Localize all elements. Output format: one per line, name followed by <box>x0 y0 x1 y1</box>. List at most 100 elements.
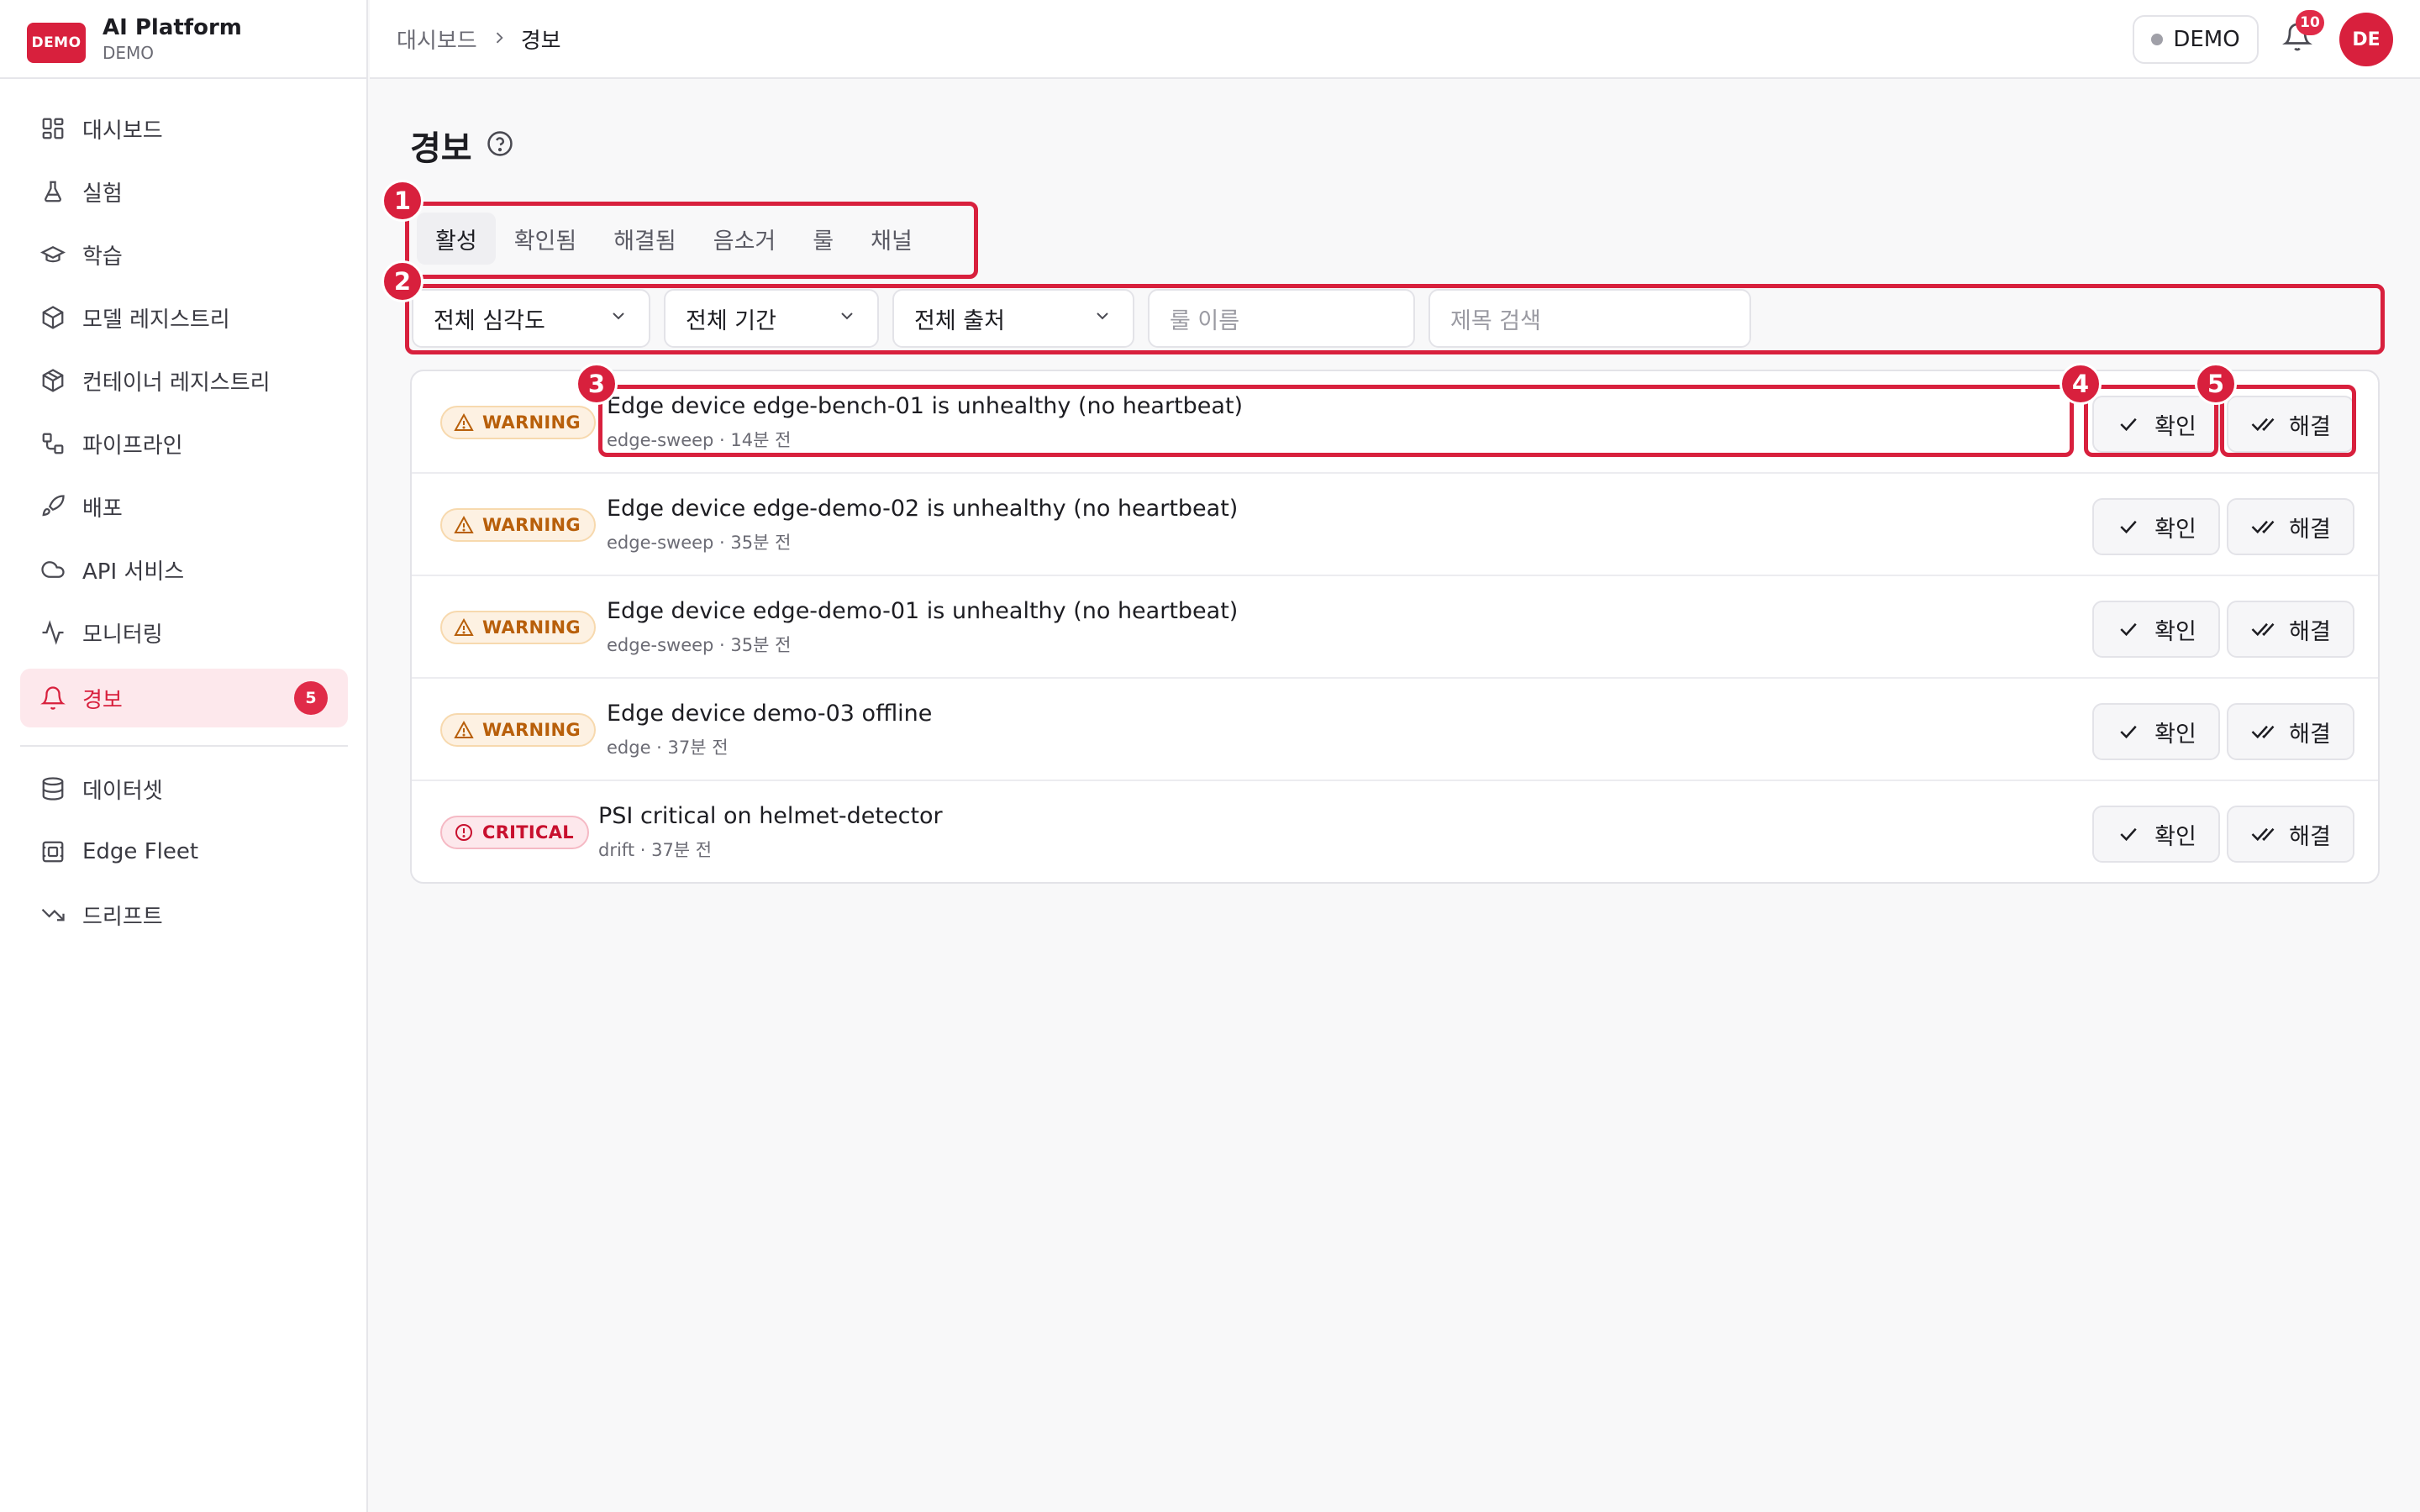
sidebar-item-experiments[interactable]: 실험 <box>20 162 348 221</box>
sidebar-item-label: 모니터링 <box>82 622 163 648</box>
acknowledge-button[interactable]: 확인 <box>2092 601 2220 658</box>
brand-logo[interactable]: DEMO <box>27 23 86 63</box>
help-circle-icon[interactable] <box>486 129 514 158</box>
rocket-icon <box>39 492 67 521</box>
sidebar-item-monitoring[interactable]: 모니터링 <box>20 603 348 662</box>
check-icon <box>2116 822 2141 847</box>
sidebar-item-label: 대시보드 <box>82 118 163 144</box>
check-icon <box>2116 719 2141 744</box>
environment-label: DEMO <box>2173 27 2240 52</box>
resolve-button[interactable]: 해결 <box>2227 806 2354 863</box>
alert-meta: edge-sweep · 35분 전 <box>607 635 792 655</box>
alert-meta: edge · 37분 전 <box>607 738 729 758</box>
sidebar-item-label: 모델 레지스트리 <box>82 307 230 333</box>
annotation-marker: 4 <box>2060 363 2102 405</box>
resolve-label: 해결 <box>2289 721 2331 748</box>
brand-header: DEMO AI Platform DEMO <box>0 0 368 79</box>
bell-icon <box>39 684 67 712</box>
severity-label: WARNING <box>482 515 581 535</box>
user-avatar[interactable]: DE <box>2339 13 2393 66</box>
sidebar-item-edge-fleet[interactable]: Edge Fleet <box>20 822 348 881</box>
sidebar-item-deployments[interactable]: 배포 <box>20 477 348 536</box>
check-icon <box>2116 617 2141 642</box>
severity-badge: WARNING <box>440 406 596 439</box>
sidebar-item-pipelines[interactable]: 파이프라인 <box>20 414 348 473</box>
dashboard-icon <box>39 114 67 143</box>
sidebar-item-training[interactable]: 학습 <box>20 225 348 284</box>
alert-meta: drift · 37분 전 <box>598 840 713 860</box>
check-icon <box>2116 514 2141 539</box>
annotation-marker: 5 <box>2195 363 2237 405</box>
alert-title[interactable]: PSI critical on helmet-detector <box>598 803 943 829</box>
acknowledge-button[interactable]: 확인 <box>2092 498 2220 555</box>
alert-title[interactable]: Edge device edge-demo-01 is unhealthy (n… <box>607 598 1238 624</box>
boxes-icon <box>39 366 67 395</box>
sidebar-item-label: 컨테이너 레지스트리 <box>82 370 271 396</box>
box-icon <box>39 303 67 332</box>
sidebar-item-label: 드리프트 <box>82 904 163 930</box>
sidebar-item-label: 파이프라인 <box>82 433 183 459</box>
sidebar-item-drift[interactable]: 드리프트 <box>20 885 348 944</box>
sidebar-item-model-registry[interactable]: 모델 레지스트리 <box>20 288 348 347</box>
alert-row[interactable]: WARNING Edge device edge-demo-02 is unhe… <box>412 474 2378 576</box>
sidebar-item-alerts[interactable]: 경보 5 <box>20 669 348 727</box>
alert-circle-icon <box>454 822 474 843</box>
resolve-label: 해결 <box>2289 618 2331 645</box>
alert-row[interactable]: WARNING Edge device demo-03 offline edge… <box>412 679 2378 781</box>
sidebar-item-label: 데이터셋 <box>82 778 163 804</box>
annotation-marker: 2 <box>381 260 424 302</box>
severity-label: WARNING <box>482 720 581 740</box>
alert-row[interactable]: WARNING Edge device edge-demo-01 is unhe… <box>412 576 2378 679</box>
alert-meta: edge-sweep · 35분 전 <box>607 533 792 553</box>
double-check-icon <box>2250 617 2275 642</box>
sidebar-item-dashboard[interactable]: 대시보드 <box>20 99 348 158</box>
brand-name: AI Platform <box>103 15 242 40</box>
sidebar-item-api-services[interactable]: API 서비스 <box>20 540 348 599</box>
acknowledge-label: 확인 <box>2154 721 2196 748</box>
breadcrumb: 대시보드 경보 <box>397 24 561 55</box>
annotation-marker: 3 <box>576 363 618 405</box>
resolve-label: 해결 <box>2289 516 2331 543</box>
sidebar-item-datasets[interactable]: 데이터셋 <box>20 759 348 818</box>
annotation-highlight-filters <box>405 284 2385 354</box>
severity-badge: WARNING <box>440 508 596 542</box>
alert-title[interactable]: Edge device edge-demo-02 is unhealthy (n… <box>607 496 1238 522</box>
warning-triangle-icon <box>454 515 474 535</box>
severity-label: WARNING <box>482 412 581 433</box>
sidebar-item-label: API 서비스 <box>82 559 185 585</box>
acknowledge-label: 확인 <box>2154 618 2196 645</box>
acknowledge-label: 확인 <box>2154 516 2196 543</box>
environment-selector[interactable]: DEMO <box>2133 15 2259 64</box>
sidebar-item-label: 실험 <box>82 181 123 207</box>
annotation-highlight-tabs <box>405 202 978 279</box>
alerts-count-badge: 5 <box>294 681 328 715</box>
chevron-right-icon <box>491 27 508 52</box>
alert-title[interactable]: Edge device demo-03 offline <box>607 701 932 727</box>
breadcrumb-parent[interactable]: 대시보드 <box>397 24 477 55</box>
severity-label: WARNING <box>482 617 581 638</box>
acknowledge-button[interactable]: 확인 <box>2092 703 2220 760</box>
status-dot-icon <box>2151 34 2164 45</box>
sidebar-item-label: 경보 <box>82 687 123 713</box>
warning-triangle-icon <box>454 617 474 638</box>
brand-env: DEMO <box>103 43 155 63</box>
sidebar-item-container-registry[interactable]: 컨테이너 레지스트리 <box>20 351 348 410</box>
resolve-button[interactable]: 해결 <box>2227 703 2354 760</box>
annotation-marker: 1 <box>381 180 424 222</box>
sidebar-item-label: 배포 <box>82 496 123 522</box>
activity-icon <box>39 618 67 647</box>
acknowledge-label: 확인 <box>2154 823 2196 850</box>
chip-icon <box>39 837 67 866</box>
acknowledge-button[interactable]: 확인 <box>2092 806 2220 863</box>
resolve-button[interactable]: 해결 <box>2227 601 2354 658</box>
severity-badge: CRITICAL <box>440 816 589 849</box>
double-check-icon <box>2250 719 2275 744</box>
resolve-label: 해결 <box>2289 823 2331 850</box>
resolve-button[interactable]: 해결 <box>2227 498 2354 555</box>
graduation-cap-icon <box>39 240 67 269</box>
double-check-icon <box>2250 514 2275 539</box>
top-bar: 대시보드 경보 DEMO 10 DE <box>370 0 2420 79</box>
alert-row[interactable]: CRITICAL PSI critical on helmet-detector… <box>412 781 2378 882</box>
severity-badge: WARNING <box>440 713 596 747</box>
annotation-highlight-resolve <box>2220 385 2356 457</box>
